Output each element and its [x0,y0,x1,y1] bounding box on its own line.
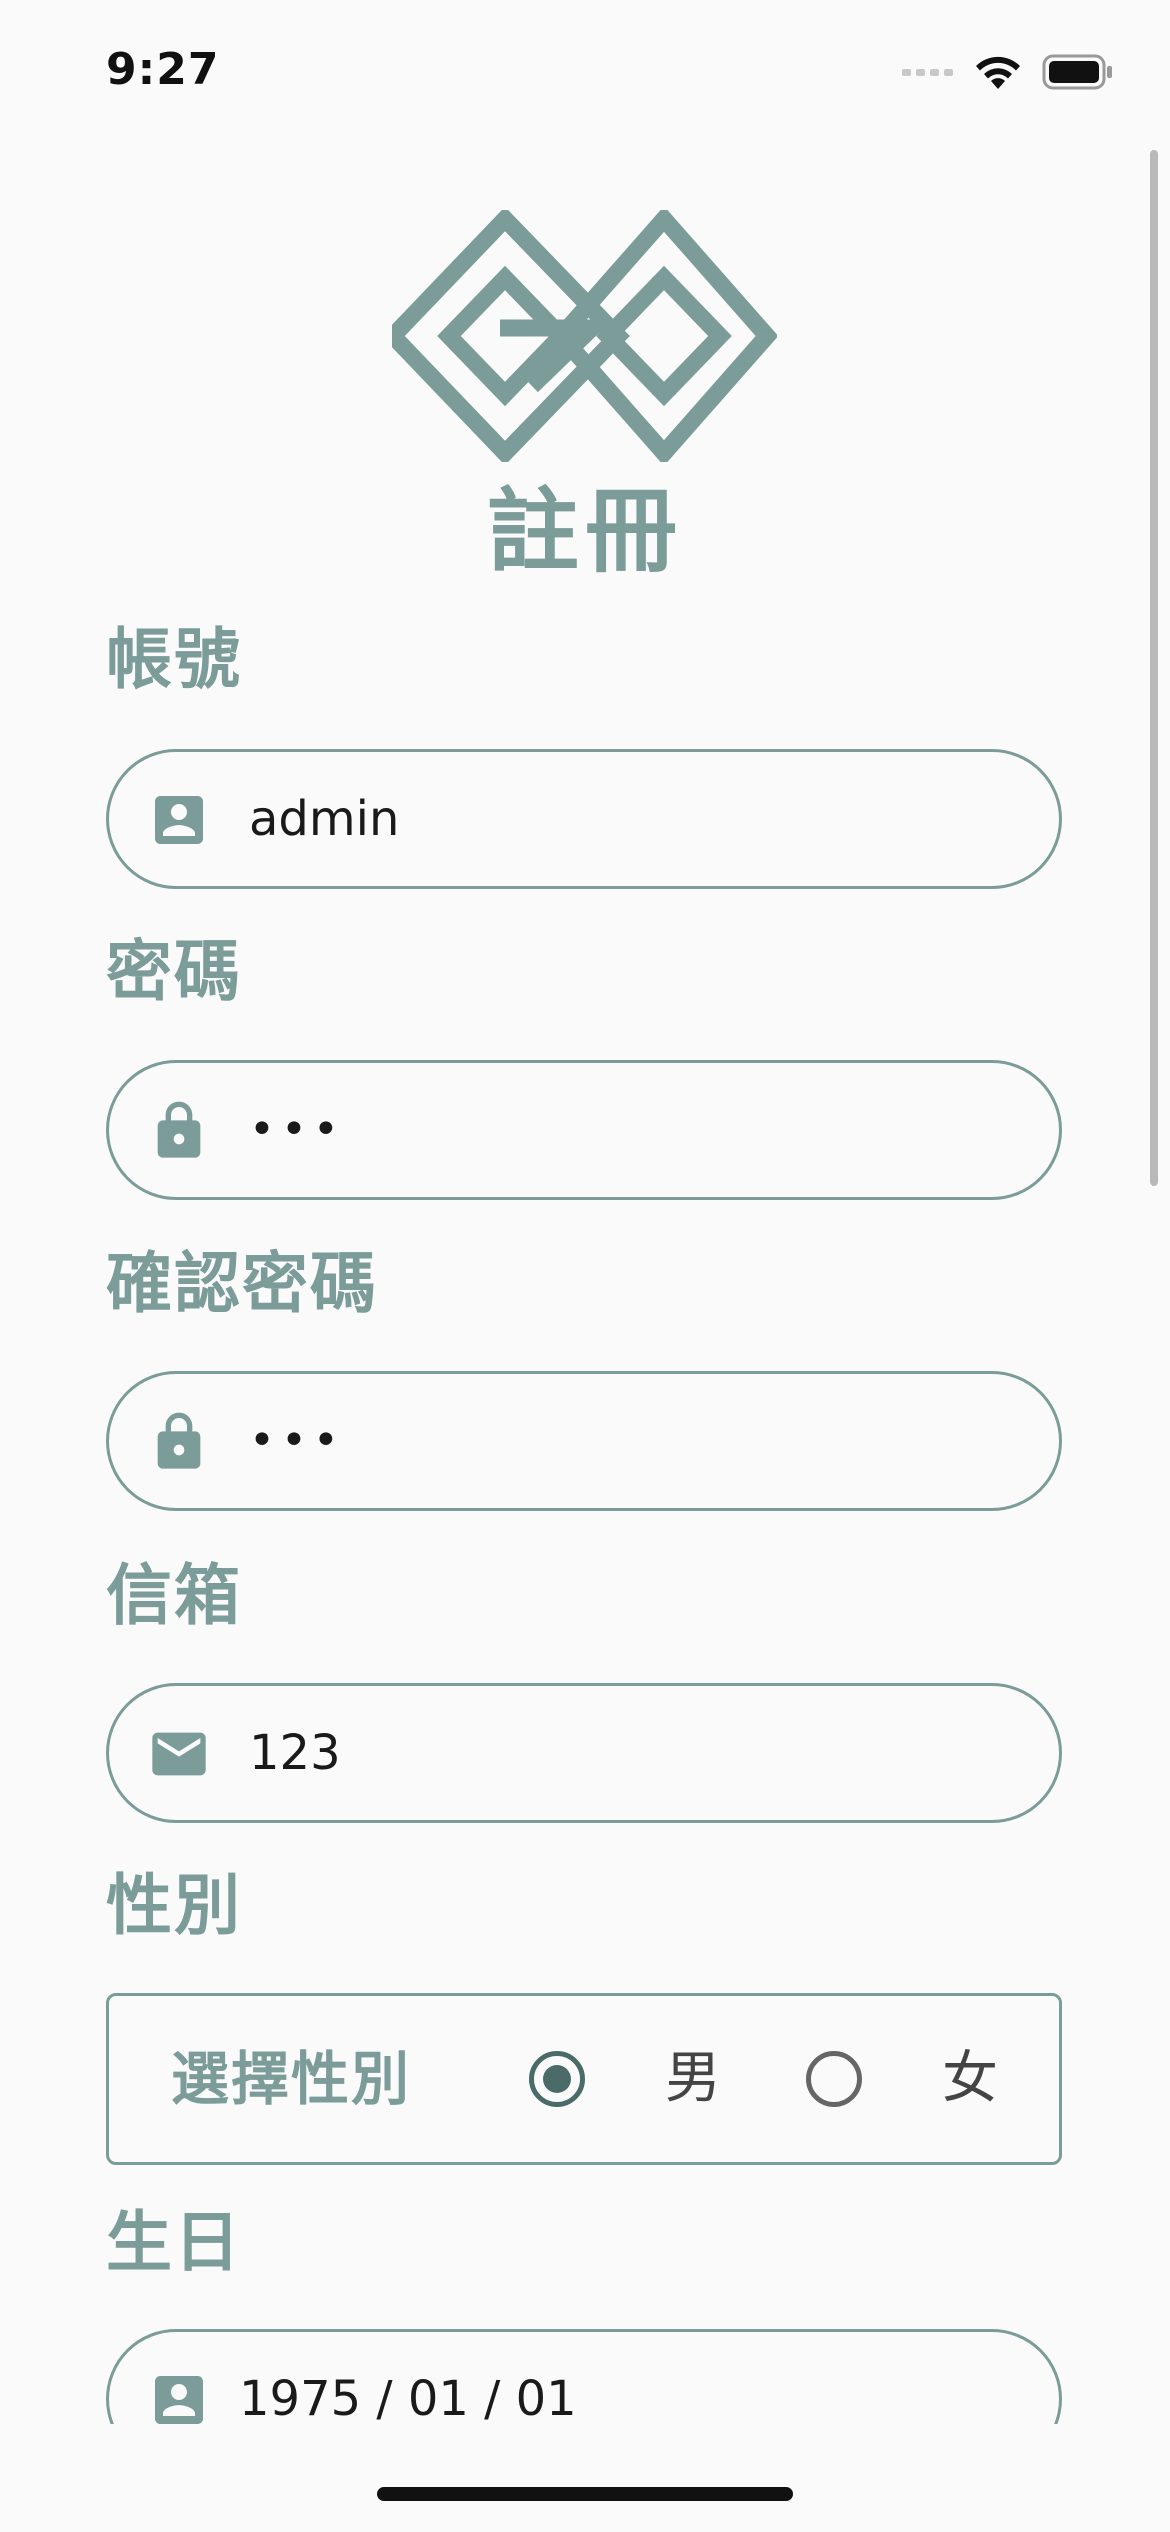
account-value: admin [249,791,400,847]
radio-male-label[interactable]: 男 [665,1996,721,2162]
gender-selector: 選擇性別 男 女 [106,1993,1062,2165]
email-label: 信箱 [106,1557,242,1634]
radio-male[interactable] [529,2051,585,2107]
birthday-field[interactable]: 1975 / 01 / 01 [106,2329,1062,2424]
status-icons [902,50,1114,94]
radio-female-label[interactable]: 女 [942,1996,998,2162]
scroll-content[interactable]: 9:27 註冊 帳號 admin 密碼 ••• 確認密碼 ••• 信箱 123 … [0,0,1170,2424]
password-label: 密碼 [106,933,242,1010]
scrollbar[interactable] [1150,150,1158,1186]
account-label: 帳號 [106,621,242,698]
signal-icon [902,69,953,76]
confirm-password-label: 確認密碼 [106,1245,378,1322]
status-bar: 9:27 [0,0,1170,150]
gender-label: 性別 [106,1867,242,1944]
birthday-label: 生日 [106,2204,242,2281]
app-logo [392,210,777,462]
confirm-password-field[interactable]: ••• [106,1371,1062,1511]
password-value: ••• [249,1104,345,1155]
password-field[interactable]: ••• [106,1060,1062,1200]
home-indicator[interactable] [377,2487,793,2501]
mail-icon [152,1732,206,1776]
wifi-icon [976,56,1020,89]
confirm-password-value: ••• [249,1415,345,1466]
account-box-icon [155,2376,203,2424]
account-field[interactable]: admin [106,749,1062,889]
status-time: 9:27 [106,44,220,95]
page-title: 註冊 [486,478,683,585]
birthday-value: 1975 / 01 / 01 [239,2371,577,2424]
battery-icon [1042,54,1112,90]
gender-prompt: 選擇性別 [171,2045,412,2113]
lock-icon [157,1412,201,1469]
radio-female[interactable] [806,2051,862,2107]
account-box-icon [155,796,203,844]
lock-icon [157,1101,201,1158]
email-value: 123 [249,1725,341,1781]
email-field[interactable]: 123 [106,1683,1062,1823]
